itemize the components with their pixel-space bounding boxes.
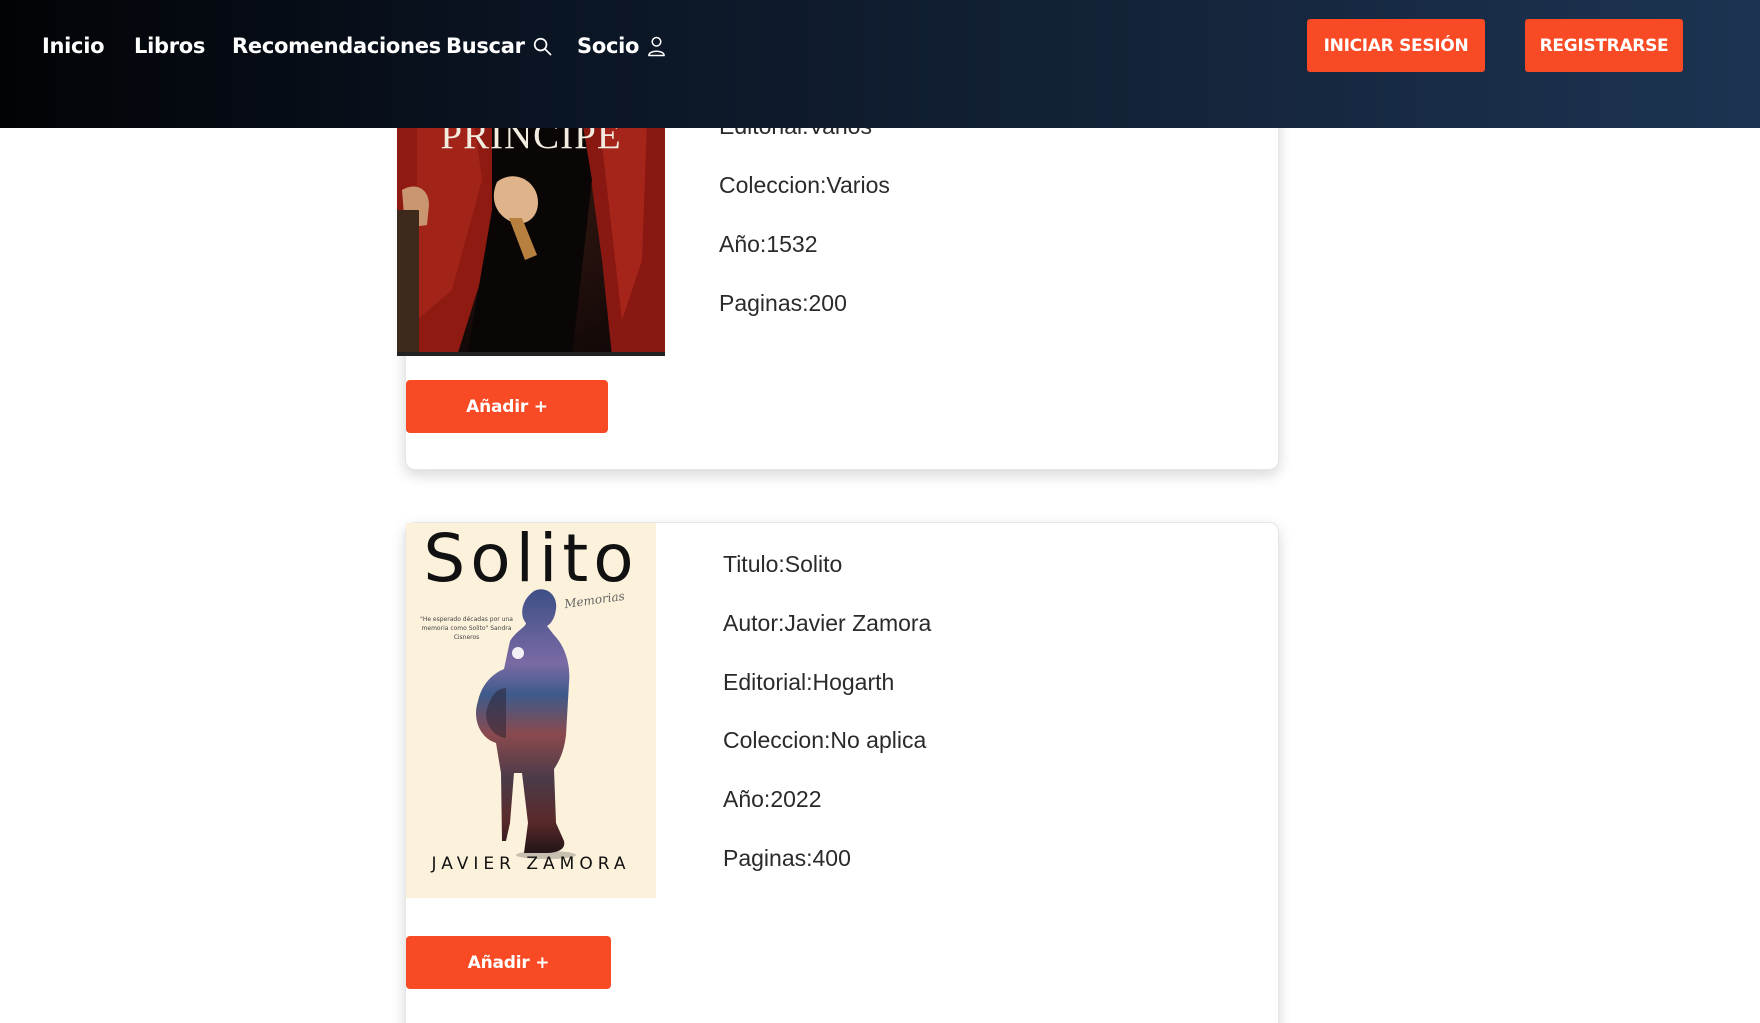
cover-quote: "He esperado décadas por una memoria com…: [420, 616, 513, 641]
nav-link-libros[interactable]: Libros: [134, 34, 205, 58]
book-coleccion: Coleccion:No aplica: [723, 727, 927, 753]
add-book-button[interactable]: Añadir +: [406, 936, 611, 989]
book-coleccion: Coleccion:Varios: [719, 172, 890, 198]
nav-link-inicio-label: Inicio: [42, 34, 105, 58]
user-icon: [648, 36, 666, 56]
book-autor: Autor:Javier Zamora: [723, 610, 932, 636]
nav-link-recomendaciones[interactable]: Recomendaciones: [232, 34, 441, 58]
book-titulo: Titulo:Solito: [723, 551, 843, 577]
login-button[interactable]: INICIAR SESIÓN: [1307, 19, 1485, 72]
nav-link-buscar[interactable]: Buscar: [446, 34, 552, 58]
add-book-button[interactable]: Añadir +: [406, 380, 608, 433]
cover-title-solito: Solito: [423, 523, 639, 597]
nav-link-buscar-label: Buscar: [446, 34, 525, 58]
nav-link-socio[interactable]: Socio: [577, 34, 666, 58]
nav-link-inicio[interactable]: Inicio: [42, 34, 105, 58]
cover-author-solito: JAVIER ZAMORA: [431, 854, 631, 874]
book-paginas: Paginas:200: [719, 290, 847, 316]
register-button[interactable]: REGISTRARSE: [1525, 19, 1683, 72]
book-paginas: Paginas:400: [723, 845, 851, 871]
book-anio: Año:2022: [723, 786, 822, 812]
book-cover-solito: Solito Memorias "He esperado décadas por…: [406, 523, 656, 898]
nav-link-libros-label: Libros: [134, 34, 206, 58]
search-icon: [533, 37, 552, 55]
book-anio: Año:1532: [719, 231, 818, 257]
nav-link-recomendaciones-label: Recomendaciones: [232, 34, 441, 58]
top-navbar: Inicio Libros Recomendaciones Buscar Soc…: [0, 0, 1760, 128]
book-editorial: Editorial:Hogarth: [723, 669, 895, 695]
nav-link-socio-label: Socio: [577, 34, 640, 58]
